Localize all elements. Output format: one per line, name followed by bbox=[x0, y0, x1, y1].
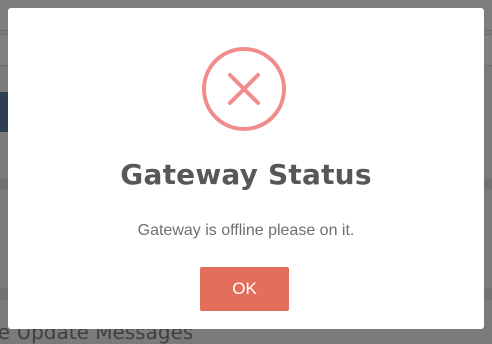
background-nav-block bbox=[0, 92, 8, 132]
dialog-title: Gateway Status bbox=[120, 158, 372, 191]
dialog-message: Gateway is offline please on it. bbox=[137, 222, 355, 239]
error-x-circle-icon bbox=[202, 47, 286, 131]
gateway-status-dialog: Gateway Status Gateway is offline please… bbox=[8, 8, 484, 329]
ok-button[interactable]: OK bbox=[200, 267, 289, 311]
